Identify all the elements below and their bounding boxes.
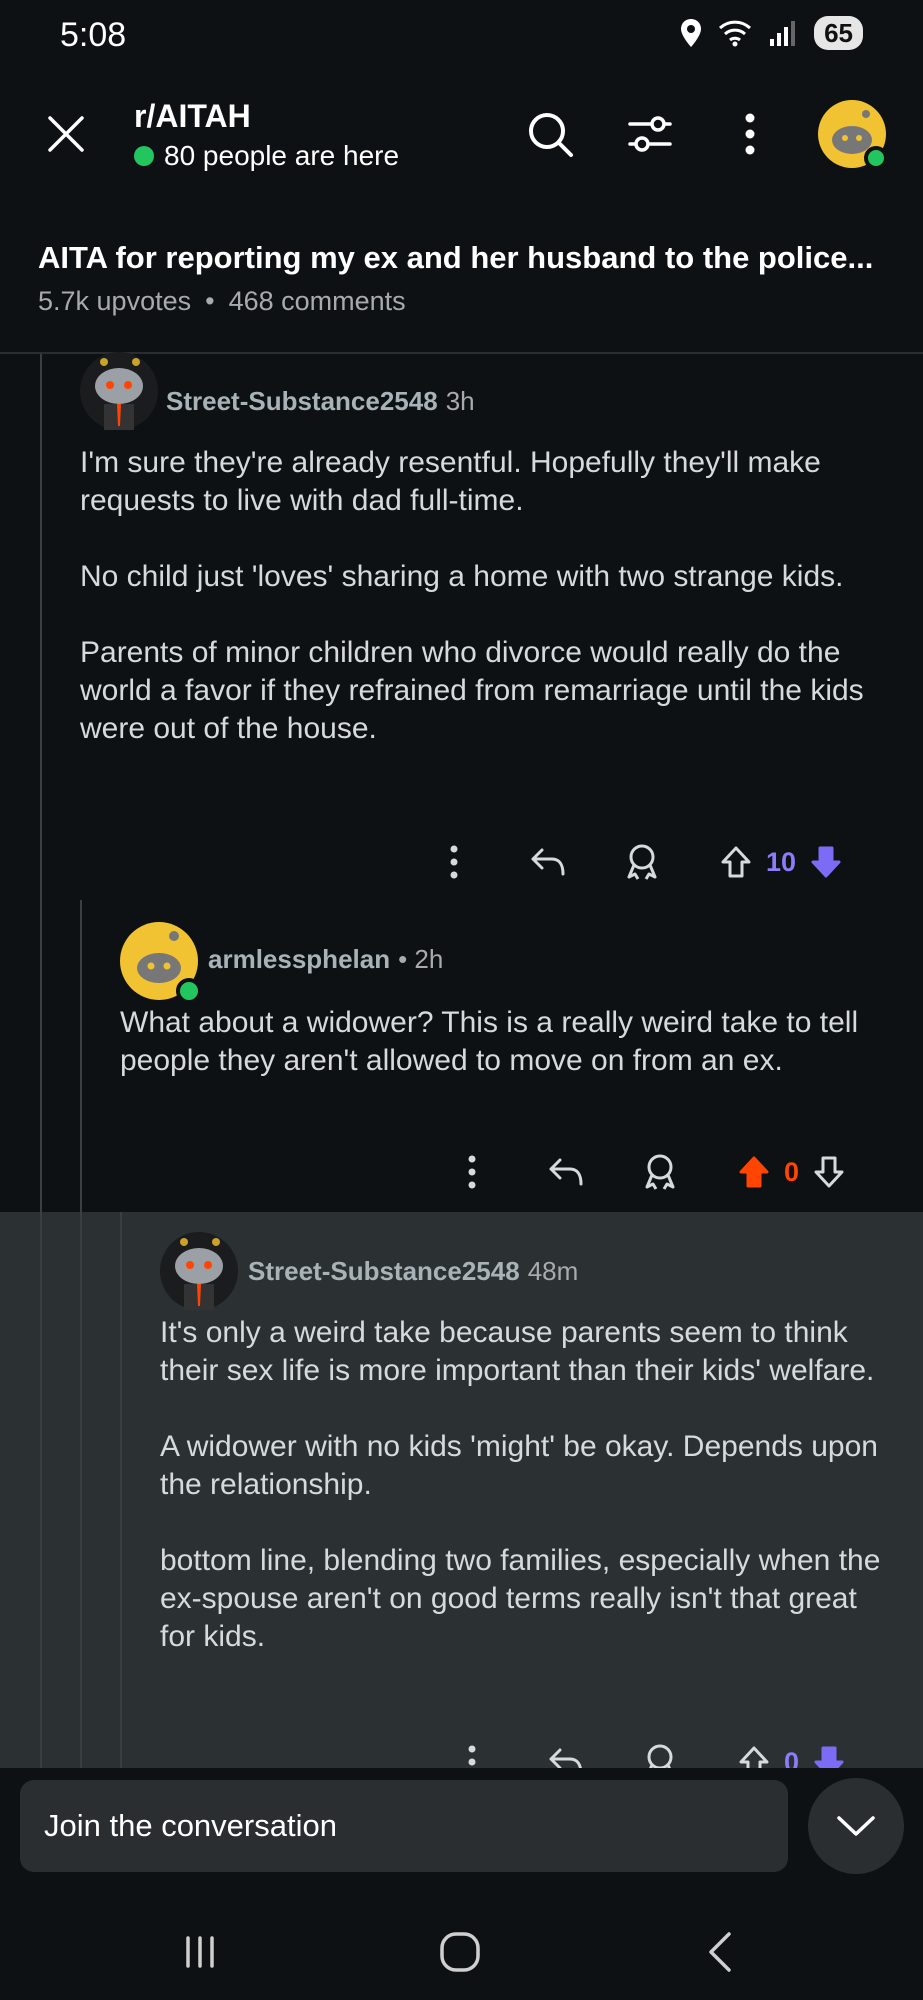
more-vertical-icon — [468, 1155, 476, 1189]
comment-paragraph: It's only a weird take because parents s… — [160, 1316, 875, 1387]
commenter-avatar[interactable] — [160, 1232, 238, 1310]
comment-username[interactable]: Street-Substance2548 — [166, 386, 438, 417]
location-icon — [681, 19, 702, 47]
back-icon — [709, 1932, 731, 1972]
comment-body: What about a widower? This is a really w… — [120, 1004, 890, 1118]
comment-header: Street-Substance2548 48m — [248, 1256, 578, 1287]
comment-username[interactable]: Street-Substance2548 — [248, 1256, 520, 1287]
avatar-online-dot — [864, 146, 888, 170]
comment-paragraph: A widower with no kids 'might' be okay. … — [160, 1430, 878, 1501]
downvote-button[interactable] — [805, 1148, 853, 1196]
reply-icon — [531, 848, 565, 876]
post-meta: 5.7k upvotes • 468 comments — [38, 286, 406, 317]
comment-paragraph: I'm sure they're already resentful. Hope… — [80, 446, 821, 517]
comment-actions: 10 — [430, 838, 850, 886]
thread-line — [120, 1212, 122, 1770]
reply-icon — [549, 1158, 583, 1186]
comment-count: 468 comments — [228, 286, 406, 316]
downvote-button[interactable] — [802, 838, 850, 886]
collapse-button[interactable] — [808, 1778, 904, 1874]
overflow-menu-button[interactable] — [718, 102, 782, 166]
status-icons: 65 — [680, 16, 863, 50]
commenter-avatar[interactable] — [120, 922, 202, 1004]
upvote-button[interactable] — [712, 838, 760, 886]
avatar-online-dot — [176, 978, 202, 1004]
award-icon — [627, 844, 657, 880]
downvote-icon — [811, 846, 841, 878]
close-icon — [48, 116, 84, 152]
upvote-button[interactable] — [730, 1148, 778, 1196]
downvote-icon — [814, 1156, 844, 1188]
search-button[interactable] — [518, 102, 582, 166]
comment-header: Street-Substance2548 3h — [166, 386, 475, 417]
thread-line — [80, 900, 82, 1770]
more-vertical-icon — [745, 113, 755, 155]
vote-count: 0 — [784, 1156, 800, 1187]
comment-time: 48m — [527, 1256, 579, 1286]
recent-apps-icon — [186, 1936, 214, 1968]
status-bar: 5:08 65 — [0, 0, 923, 72]
comment-header: armlessphelan • 2h — [208, 944, 443, 975]
presence-text: 80 people are here — [164, 140, 400, 171]
commenter-avatar[interactable] — [80, 352, 158, 430]
user-avatar[interactable] — [818, 100, 888, 170]
comment-actions: 0 — [448, 1148, 853, 1196]
comment-composer[interactable]: Join the conversation — [20, 1780, 788, 1872]
upvote-icon — [739, 1156, 769, 1188]
signal-icon — [770, 21, 796, 46]
close-button[interactable] — [38, 106, 94, 162]
robot-avatar-icon — [95, 358, 143, 430]
search-icon — [529, 113, 573, 157]
composer-placeholder: Join the conversation — [44, 1808, 337, 1843]
comment-paragraph: bottom line, blending two families, espe… — [160, 1544, 881, 1653]
more-button[interactable] — [430, 838, 478, 886]
award-button[interactable] — [636, 1148, 684, 1196]
comment-body: I'm sure they're already resentful. Hope… — [80, 444, 890, 786]
system-nav-bar — [0, 1900, 923, 2000]
post-title[interactable]: AITA for reporting my ex and her husband… — [38, 240, 898, 276]
reply-button[interactable] — [524, 838, 572, 886]
comment-paragraph: What about a widower? This is a really w… — [120, 1006, 859, 1077]
back-button[interactable] — [690, 1922, 750, 1982]
online-dot — [134, 146, 154, 166]
filter-icon — [628, 116, 672, 152]
award-icon — [645, 1154, 675, 1190]
home-button[interactable] — [430, 1922, 490, 1982]
comment-paragraph: No child just 'loves' sharing a home wit… — [80, 560, 844, 593]
comment-body: It's only a weird take because parents s… — [160, 1314, 890, 1694]
subreddit-name[interactable]: r/AITAH — [134, 98, 251, 135]
recent-apps-button[interactable] — [170, 1922, 230, 1982]
meta-separator: • — [205, 286, 215, 316]
comment-paragraph: Parents of minor children who divorce wo… — [80, 636, 864, 745]
comment-time: • 2h — [398, 944, 444, 974]
battery-indicator: 65 — [814, 16, 863, 50]
top-app-bar: r/AITAH 80 people are here — [0, 80, 923, 190]
comment-username[interactable]: armlessphelan — [208, 944, 390, 975]
comment-time: 3h — [445, 386, 475, 416]
home-icon — [440, 1932, 480, 1972]
robot-avatar-icon — [175, 1238, 223, 1310]
reply-button[interactable] — [542, 1148, 590, 1196]
thread-line — [40, 354, 42, 1770]
wifi-icon — [719, 20, 752, 47]
reddit-comments-screen: 5:08 65 r/AITAH 80 people are here AITA … — [0, 0, 923, 2000]
more-vertical-icon — [450, 845, 458, 879]
award-button[interactable] — [618, 838, 666, 886]
presence-indicator: 80 people are here — [134, 140, 399, 172]
upvote-count: 5.7k upvotes — [38, 286, 192, 316]
chevron-down-icon — [837, 1816, 875, 1836]
more-button[interactable] — [448, 1148, 496, 1196]
vote-count: 10 — [766, 846, 797, 877]
status-time: 5:08 — [60, 16, 127, 54]
sort-filter-button[interactable] — [618, 102, 682, 166]
upvote-icon — [721, 846, 751, 878]
